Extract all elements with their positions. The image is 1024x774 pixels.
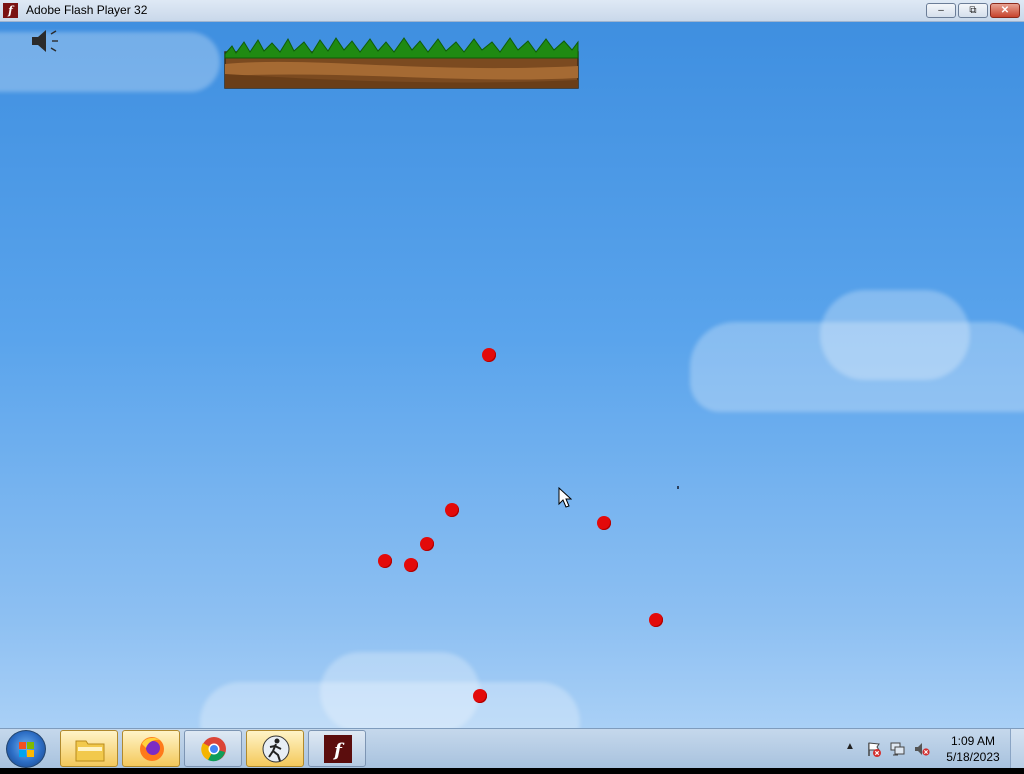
action-center-icon[interactable] (866, 741, 882, 757)
windows-start-icon[interactable] (6, 730, 46, 768)
mouse-cursor-icon (558, 487, 572, 508)
close-button[interactable]: ✕ (990, 3, 1020, 18)
taskbar-game-app[interactable] (246, 730, 304, 767)
red-ball (649, 613, 663, 627)
red-ball (378, 554, 392, 568)
restore-button[interactable]: ⧉ (958, 3, 988, 18)
taskbar-chrome[interactable] (184, 730, 242, 767)
clock-time[interactable]: 1:09 AM (940, 734, 1006, 748)
small-speck (677, 486, 679, 489)
chrome-icon (201, 737, 226, 762)
window-titlebar: f Adobe Flash Player 32 – ⧉ ✕ (0, 0, 1024, 22)
taskbar-file-explorer[interactable] (60, 730, 118, 767)
red-ball (404, 558, 418, 572)
window-title: Adobe Flash Player 32 (26, 3, 148, 17)
grass-platform (224, 37, 579, 89)
show-hidden-icons-arrow[interactable]: ▲ (845, 741, 855, 752)
folder-icon (75, 740, 105, 762)
minimize-button[interactable]: – (926, 3, 956, 18)
taskbar-firefox[interactable] (122, 730, 180, 767)
flash-icon: f (324, 735, 352, 763)
cloud (320, 652, 480, 728)
show-desktop-button[interactable] (1010, 729, 1024, 768)
clock-date[interactable]: 5/18/2023 (940, 750, 1006, 764)
red-ball (445, 503, 459, 517)
taskbar: f ▲ 1:09 AM 5/18/2023 (0, 728, 1024, 768)
red-ball (420, 537, 434, 551)
red-ball (473, 689, 487, 703)
game-stage[interactable] (0, 22, 1024, 728)
restore-icon: ⧉ (969, 5, 977, 16)
taskbar-flash-player[interactable]: f (308, 730, 366, 767)
firefox-icon (140, 737, 164, 761)
flash-icon: f (3, 3, 18, 18)
minimize-icon: – (938, 5, 944, 16)
runner-icon (262, 735, 290, 763)
close-icon: ✕ (1000, 5, 1010, 16)
red-ball (597, 516, 611, 530)
cloud (820, 290, 970, 380)
red-ball (482, 348, 496, 362)
speaker-icon[interactable] (30, 28, 62, 54)
volume-muted-icon[interactable] (914, 741, 930, 757)
network-icon[interactable] (890, 741, 906, 757)
